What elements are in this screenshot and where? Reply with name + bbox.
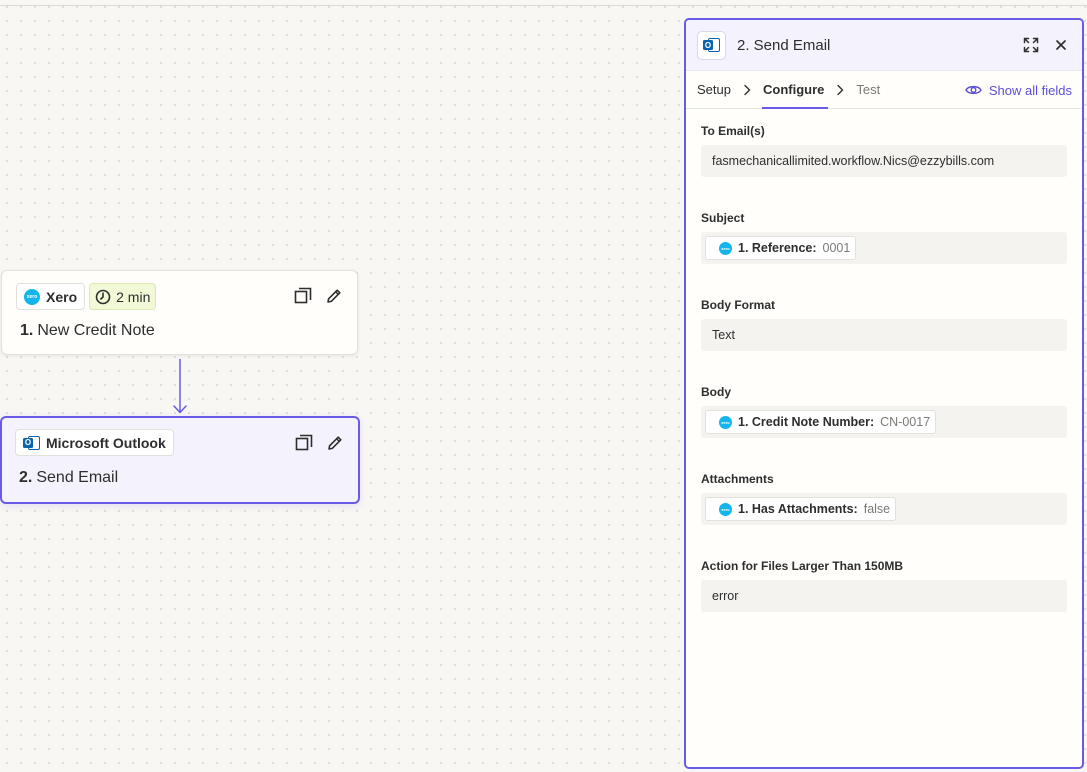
delay-text: 2 min xyxy=(116,288,151,305)
field-list: To Email(s) fasmechanicallimited.workflo… xyxy=(686,109,1082,612)
mapped-field-token[interactable]: xero 1. Credit Note Number: CN-0017 xyxy=(705,410,937,434)
step-card-header: O Microsoft Outlook xyxy=(15,429,174,456)
close-icon[interactable] xyxy=(1052,36,1070,54)
subject-input[interactable]: xero 1. Reference: 0001 xyxy=(701,232,1067,264)
token-value: 0001 xyxy=(822,241,851,255)
step-name: Send Email xyxy=(36,469,119,486)
tab-configure[interactable]: Configure xyxy=(761,71,829,109)
body-format-select[interactable]: Text xyxy=(701,319,1067,351)
outlook-logo-icon: O xyxy=(23,435,40,451)
to-emails-input[interactable]: fasmechanicallimited.workflow.Nics@ezzyb… xyxy=(701,145,1067,177)
chevron-right-icon xyxy=(743,84,751,96)
panel-title: 2. Send Email xyxy=(737,36,831,54)
chevron-right-icon xyxy=(836,84,844,96)
step-number: 2. xyxy=(19,469,33,486)
step-actions xyxy=(294,287,343,305)
duplicate-icon[interactable] xyxy=(295,434,313,452)
field-attachments: Attachments xero 1. Has Attachments: fal… xyxy=(701,472,1067,525)
step-name: New Credit Note xyxy=(37,322,155,339)
field-label: Body Format xyxy=(701,298,776,312)
token-value: false xyxy=(863,502,891,516)
field-large-files-action: Action for Files Larger Than 150MB error xyxy=(701,559,1067,612)
field-label: Attachments xyxy=(701,472,774,486)
top-divider xyxy=(0,5,1087,6)
outlook-logo-icon: O xyxy=(703,37,720,53)
field-body: Body xero 1. Credit Note Number: CN-0017 xyxy=(701,385,1067,438)
step-number: 1. xyxy=(20,322,34,339)
edit-pencil-icon[interactable] xyxy=(325,287,343,305)
xero-logo-icon: xero xyxy=(719,415,732,429)
step-card-new-credit-note[interactable]: xero Xero 2 min 1. New Credit Note xyxy=(1,270,358,355)
mapped-field-token[interactable]: xero 1. Reference: 0001 xyxy=(705,236,857,260)
step-card-send-email[interactable]: O Microsoft Outlook 2. Send Email xyxy=(0,416,360,504)
delay-badge: 2 min xyxy=(89,283,157,310)
app-name: Microsoft Outlook xyxy=(46,434,166,451)
field-subject: Subject xero 1. Reference: 0001 xyxy=(701,211,1067,264)
step-actions xyxy=(295,434,344,452)
mapped-field-token[interactable]: xero 1. Has Attachments: false xyxy=(705,497,897,521)
panel-header-actions xyxy=(1022,36,1070,54)
panel-header: O 2. Send Email xyxy=(686,20,1082,71)
clock-icon xyxy=(95,289,111,304)
attachments-input[interactable]: xero 1. Has Attachments: false xyxy=(701,493,1067,525)
field-label: To Email(s) xyxy=(701,124,765,138)
tab-setup[interactable]: Setup xyxy=(697,71,731,109)
step-title: 1. New Credit Note xyxy=(20,322,155,340)
token-value: CN-0017 xyxy=(880,415,931,429)
body-input[interactable]: xero 1. Credit Note Number: CN-0017 xyxy=(701,406,1067,438)
token-label: 1. Reference: xyxy=(738,241,817,255)
show-all-fields-label: Show all fields xyxy=(988,82,1072,98)
token-label: 1. Credit Note Number: xyxy=(738,415,875,429)
expand-icon[interactable] xyxy=(1022,36,1040,54)
tab-test[interactable]: Test xyxy=(856,71,880,109)
edit-pencil-icon[interactable] xyxy=(326,434,344,452)
panel-tabs: Setup Configure Test Show all fields xyxy=(686,71,1082,109)
field-body-format: Body Format Text xyxy=(701,298,1067,351)
duplicate-icon[interactable] xyxy=(294,287,312,305)
xero-logo-icon: xero xyxy=(719,502,732,516)
large-files-action-select[interactable]: error xyxy=(701,580,1067,612)
field-to-emails: To Email(s) fasmechanicallimited.workflo… xyxy=(701,124,1067,177)
connector-arrow-icon xyxy=(173,359,187,414)
app-pill-outlook: O Microsoft Outlook xyxy=(15,429,174,456)
step-title: 2. Send Email xyxy=(19,469,118,487)
field-label: Body xyxy=(701,385,731,399)
step-config-panel: O 2. Send Email Setup Configure Test Sho… xyxy=(684,18,1084,769)
panel-app-logo: O xyxy=(697,30,726,60)
app-pill-xero: xero Xero xyxy=(16,283,86,310)
field-label: Subject xyxy=(701,211,745,225)
token-label: 1. Has Attachments: xyxy=(738,502,858,516)
step-card-header: xero Xero 2 min xyxy=(16,283,157,310)
field-value-text: error xyxy=(712,589,739,603)
eye-icon xyxy=(965,85,982,95)
app-name: Xero xyxy=(46,288,78,305)
field-value-text: Text xyxy=(712,328,735,342)
field-value-text: fasmechanicallimited.workflow.Nics@ezzyb… xyxy=(712,154,995,168)
field-label: Action for Files Larger Than 150MB xyxy=(701,559,904,573)
xero-logo-icon: xero xyxy=(24,288,40,305)
xero-logo-icon: xero xyxy=(719,241,732,255)
show-all-fields-button[interactable]: Show all fields xyxy=(965,71,1072,109)
